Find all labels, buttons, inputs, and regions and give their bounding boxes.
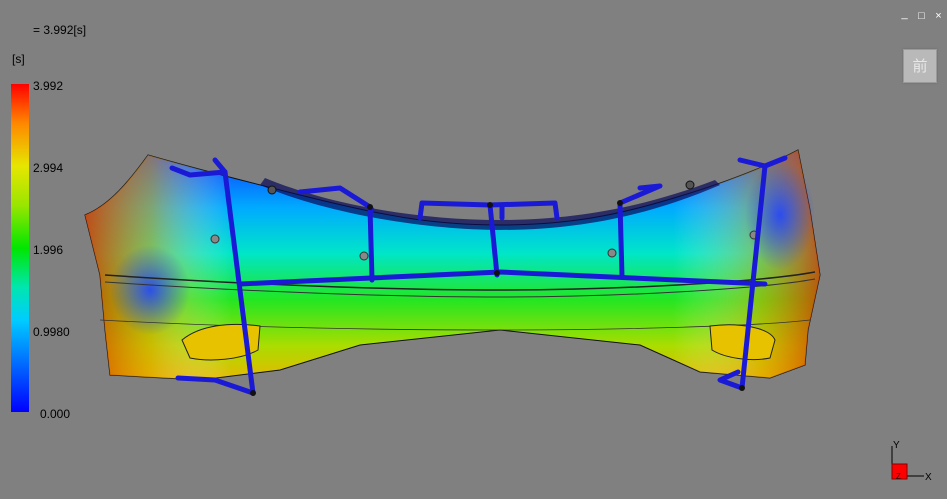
y-axis-label: Y xyxy=(893,440,900,451)
z-axis-label: Z xyxy=(896,472,901,481)
axis-triad: Y X Z xyxy=(891,440,932,483)
bumper-model[interactable] xyxy=(0,0,947,499)
x-axis-label: X xyxy=(925,472,932,483)
3d-viewport[interactable]: = 3.992[s] [s] 3.992 2.994 1.996 0.9980 … xyxy=(0,0,947,499)
